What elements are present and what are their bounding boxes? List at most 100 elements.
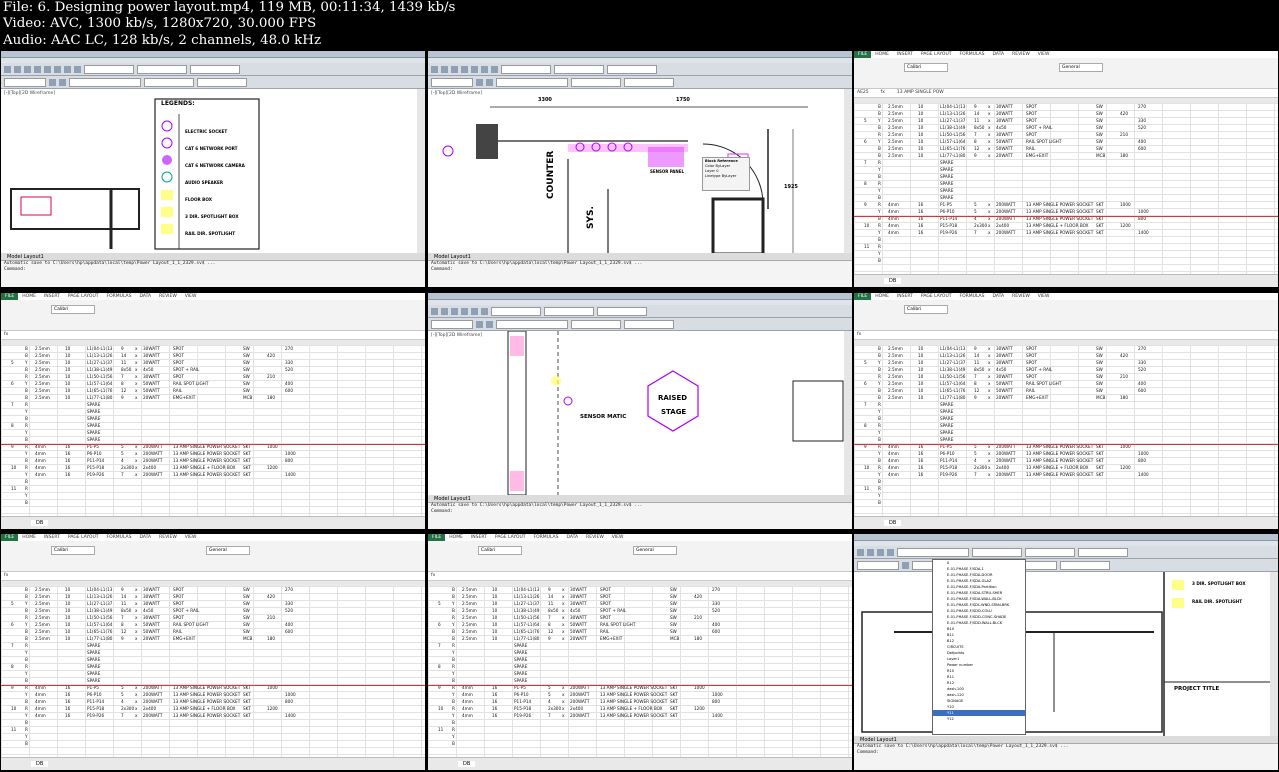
table-cell[interactable]: 10 (918, 345, 940, 352)
table-cell[interactable] (35, 429, 65, 436)
table-cell[interactable]: 10 (918, 103, 940, 110)
table-cell[interactable] (135, 415, 143, 422)
table-cell[interactable]: 5 (548, 691, 562, 698)
table-cell[interactable] (267, 642, 285, 649)
table-cell[interactable] (438, 628, 452, 635)
table-cell[interactable]: 4mm (888, 222, 918, 229)
table-cell[interactable]: EMG+EXIT (1026, 152, 1096, 159)
table-cell[interactable] (1138, 499, 1156, 506)
table-cell[interactable]: L1(13-L1(26 (87, 352, 121, 359)
table-cell[interactable]: SPOT (173, 614, 243, 621)
table-cell[interactable]: 13 AMP SINGLE POWER SOCKET (600, 691, 670, 698)
table-cell[interactable]: R (878, 201, 888, 208)
table-cell[interactable]: SPARE (940, 415, 974, 422)
table-cell[interactable]: SW (243, 586, 267, 593)
table-cell[interactable] (11, 670, 25, 677)
table-cell[interactable]: 10 (65, 628, 87, 635)
table-cell[interactable]: 400 (285, 380, 303, 387)
table-cell[interactable]: R (25, 614, 35, 621)
table-cell[interactable]: SPARE (940, 166, 974, 173)
table-cell[interactable] (864, 408, 878, 415)
drawing-area[interactable]: LEGENDS: ELECTRIC SOCKET CAT 6 NETWORK P… (1, 89, 417, 253)
table-cell[interactable]: 210 (267, 614, 285, 621)
table-cell[interactable] (267, 471, 285, 478)
ribbon[interactable]: Calibri General (854, 58, 1278, 89)
table-cell[interactable] (173, 499, 243, 506)
table-cell[interactable] (11, 373, 25, 380)
table-cell[interactable]: 30WATT (570, 586, 600, 593)
table-cell[interactable] (1026, 236, 1096, 243)
table-cell[interactable]: 12 (121, 387, 135, 394)
table-cell[interactable]: SKT (1096, 457, 1120, 464)
table-cell[interactable]: 9 (121, 345, 135, 352)
table-cell[interactable]: 800 (285, 698, 303, 705)
table-cell[interactable] (996, 236, 1026, 243)
table-cell[interactable]: 16 (492, 698, 514, 705)
table-cell[interactable]: 7 (974, 471, 988, 478)
table-cell[interactable]: 30WATT (143, 373, 173, 380)
table-cell[interactable]: SPARE (940, 422, 974, 429)
table-cell[interactable]: R (878, 243, 888, 250)
tab-formulas[interactable]: FORMULAS (956, 293, 989, 300)
table-cell[interactable] (492, 733, 514, 740)
table-cell[interactable]: 420 (694, 593, 712, 600)
table-cell[interactable]: 13 AMP SINGLE POWER SOCKET (1026, 471, 1096, 478)
table-cell[interactable]: SW (243, 628, 267, 635)
tab-page-layout[interactable]: PAGE LAYOUT (64, 293, 103, 300)
table-cell[interactable] (243, 649, 267, 656)
table-cell[interactable] (243, 422, 267, 429)
table-cell[interactable] (243, 429, 267, 436)
table-cell[interactable] (1096, 485, 1120, 492)
table-cell[interactable] (267, 436, 285, 443)
table-cell[interactable]: 330 (285, 359, 303, 366)
table-cell[interactable]: 200WATT (996, 201, 1026, 208)
table-cell[interactable] (996, 250, 1026, 257)
table-cell[interactable]: 520 (1138, 366, 1156, 373)
table-cell[interactable]: x (135, 387, 143, 394)
ribbon[interactable]: Calibri General (428, 541, 852, 572)
table-cell[interactable] (11, 415, 25, 422)
table-cell[interactable] (864, 166, 878, 173)
table-cell[interactable]: 8x50 (121, 607, 135, 614)
table-cell[interactable]: 2.5mm (35, 621, 65, 628)
table-cell[interactable]: x (562, 621, 570, 628)
tab-data[interactable]: DATA (989, 51, 1009, 58)
table-cell[interactable] (918, 401, 940, 408)
table-cell[interactable]: SW (243, 359, 267, 366)
table-cell[interactable] (11, 656, 25, 663)
table-row[interactable]: 6 Y 2.5mm 10 L1(57-L1(64 8 x 50WATT RAIL SPOT LI… (11, 621, 425, 628)
table-cell[interactable]: Y (452, 649, 462, 656)
table-cell[interactable] (1120, 436, 1138, 443)
table-row[interactable]: 7 R SPARE (11, 401, 425, 408)
table-cell[interactable]: L1(77-L1(80 (514, 635, 548, 642)
table-cell[interactable]: Y (452, 691, 462, 698)
table-cell[interactable]: SW (670, 628, 694, 635)
table-cell[interactable] (121, 492, 135, 499)
table-cell[interactable]: x (988, 450, 996, 457)
table-cell[interactable]: L1(04-L1(13 (940, 103, 974, 110)
table-cell[interactable] (600, 733, 670, 740)
table-cell[interactable] (1120, 257, 1138, 264)
table-cell[interactable]: 50WATT (996, 145, 1026, 152)
table-cell[interactable]: P1-P5 (940, 201, 974, 208)
table-cell[interactable]: 200WATT (996, 229, 1026, 236)
tab-home[interactable]: HOME (871, 51, 893, 58)
table-cell[interactable]: x (135, 698, 143, 705)
table-row[interactable]: 6 Y 2.5mm 10 L1(57-L1(64 8 x 50WATT RAIL SPOT LI… (11, 380, 425, 387)
table-row[interactable]: B (438, 740, 852, 747)
table-cell[interactable]: R (25, 663, 35, 670)
table-cell[interactable]: 270 (285, 345, 303, 352)
table-cell[interactable]: 1000 (1120, 201, 1138, 208)
table-cell[interactable] (918, 236, 940, 243)
table-cell[interactable]: 30WATT (570, 600, 600, 607)
table-cell[interactable] (173, 719, 243, 726)
table-cell[interactable] (940, 492, 974, 499)
number-format-box[interactable]: General (206, 546, 250, 555)
table-cell[interactable]: SPARE (87, 429, 121, 436)
table-cell[interactable] (864, 103, 878, 110)
table-cell[interactable] (694, 621, 712, 628)
table-cell[interactable] (670, 733, 694, 740)
table-cell[interactable]: B (452, 698, 462, 705)
table-cell[interactable] (1138, 394, 1156, 401)
table-cell[interactable]: x (562, 607, 570, 614)
